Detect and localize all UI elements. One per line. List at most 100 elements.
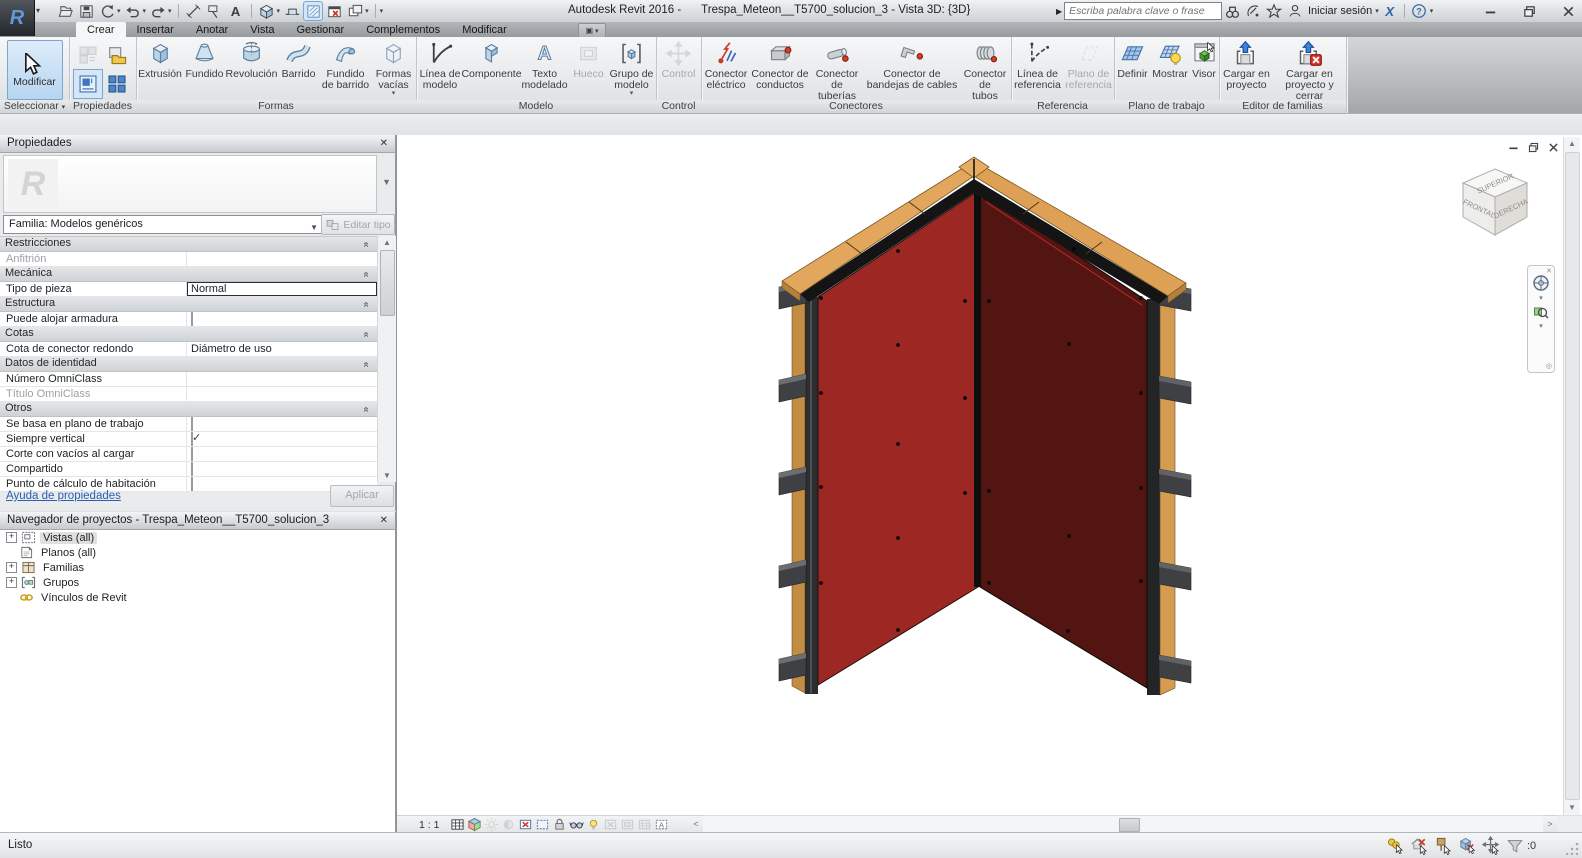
panel-label-seleccionar[interactable]: Seleccionar ▾ (0, 100, 69, 113)
view-restore-icon[interactable] (1527, 141, 1540, 154)
property-row[interactable]: Siempre vertical (0, 432, 377, 447)
tab-vista[interactable]: Vista (239, 22, 285, 37)
restore-button[interactable] (1522, 4, 1537, 19)
redo-icon[interactable] (149, 2, 167, 20)
reveal-constraints-icon[interactable] (653, 817, 670, 832)
property-group[interactable]: Estructura« (0, 297, 377, 312)
tree-item-familias[interactable]: + Familias (0, 560, 395, 575)
search-toggle-icon[interactable]: ▶ (1056, 7, 1062, 16)
scrollbar-thumb[interactable] (380, 250, 395, 316)
property-row[interactable]: Tipo de piezaNormal (0, 282, 377, 297)
property-row[interactable]: Puede alojar armadura (0, 312, 377, 327)
expand-icon[interactable]: + (6, 532, 17, 543)
scroll-right-icon[interactable]: > (1543, 815, 1557, 833)
scroll-left-icon[interactable]: < (689, 815, 703, 833)
tree-item-planos[interactable]: Planos (all) (0, 545, 395, 560)
property-row[interactable]: Corte con vacíos al cargar (0, 447, 377, 462)
conector-de-conductos-button[interactable]: Conector deconductos (751, 38, 809, 91)
property-group[interactable]: Mecánica« (0, 267, 377, 282)
aligned-dimension-icon[interactable] (185, 2, 203, 20)
design-options-icon[interactable] (1434, 836, 1453, 855)
scroll-down-icon[interactable]: ▼ (1564, 801, 1580, 815)
save-icon[interactable] (77, 2, 95, 20)
family-selector-arrow-icon[interactable]: ▼ (310, 220, 318, 236)
exclude-options-icon[interactable] (1458, 836, 1477, 855)
shadows-icon[interactable] (500, 817, 517, 832)
viewcube[interactable]: SUPERIOR FRONTAL DERECHA (1453, 161, 1537, 245)
tab-complementos[interactable]: Complementos (355, 22, 451, 37)
worksets-icon[interactable] (1386, 836, 1405, 855)
search-icon[interactable] (1222, 2, 1242, 20)
properties-palette-icon[interactable] (74, 70, 102, 98)
edit-type-button[interactable]: Editar tipo (321, 214, 395, 235)
switch-windows-dropdown-icon[interactable]: ▾ (365, 7, 369, 15)
formas-vacias-button[interactable]: Formasvacías▾ (372, 38, 416, 97)
navbar-options-icon[interactable]: ◎ (1546, 362, 1552, 370)
tab-crear[interactable]: Crear (76, 22, 126, 37)
press-drag-icon[interactable] (1482, 836, 1501, 855)
load-family-icon[interactable] (103, 41, 131, 69)
extrusion-button[interactable]: Extrusión (137, 38, 184, 80)
properties-help-link[interactable]: Ayuda de propiedades (6, 490, 121, 502)
tree-item-vinculos[interactable]: Vínculos de Revit (0, 590, 395, 605)
family-types-icon[interactable] (74, 41, 102, 69)
project-browser-header[interactable]: Navegador de proyectos - Trespa_Meteon__… (0, 512, 395, 530)
tag-by-category-icon[interactable] (206, 2, 224, 20)
checkbox[interactable] (191, 447, 193, 461)
linea-de-modelo-button[interactable]: Línea demodelo (417, 38, 464, 91)
detail-level-icon[interactable] (449, 817, 466, 832)
scroll-up-icon[interactable]: ▲ (378, 236, 396, 249)
right-rail[interactable] (1147, 299, 1160, 695)
checkbox[interactable] (191, 312, 193, 326)
conector-de-bandejas-button[interactable]: Conector debandejas de cables (865, 38, 959, 91)
property-group[interactable]: Cotas« (0, 327, 377, 342)
apply-button[interactable]: Aplicar (330, 485, 394, 507)
application-menu-arrow-icon[interactable]: ▾ (36, 6, 40, 15)
communication-center-icon[interactable] (1243, 2, 1263, 20)
analytical-model-icon[interactable] (636, 817, 653, 832)
modificar-button[interactable]: Modificar (7, 40, 63, 100)
property-row[interactable]: Se basa en plano de trabajo (0, 417, 377, 432)
property-row[interactable]: Título OmniClass (0, 387, 377, 402)
view-minimize-icon[interactable] (1507, 141, 1520, 154)
property-row[interactable]: Anfitrión (0, 252, 377, 267)
sign-in-label[interactable]: Iniciar sesión (1308, 5, 1372, 17)
worksharing-display-icon[interactable] (602, 817, 619, 832)
checkbox[interactable] (191, 417, 193, 431)
property-group[interactable]: Restricciones« (0, 237, 377, 252)
checkbox[interactable] (191, 462, 193, 476)
thin-lines-icon[interactable] (304, 2, 322, 20)
expand-icon[interactable]: + (6, 562, 17, 573)
scroll-down-icon[interactable]: ▼ (378, 469, 396, 482)
3d-model-view[interactable] (397, 135, 1582, 815)
reveal-hidden-elements-icon[interactable] (585, 817, 602, 832)
navbar-close-icon[interactable]: ✕ (1546, 267, 1552, 275)
tree-item-vistas[interactable]: + Vistas (all) (0, 530, 395, 545)
filter-icon[interactable] (1506, 837, 1524, 855)
horizontal-scrollbar-thumb[interactable] (1119, 818, 1140, 832)
tab-modificar[interactable]: Modificar (451, 22, 518, 37)
linea-de-referencia-button[interactable]: Línea dereferencia (1012, 38, 1064, 91)
help-dropdown-icon[interactable]: ▾ (1430, 7, 1434, 15)
mostrar-button[interactable]: Mostrar (1151, 38, 1189, 80)
property-row[interactable]: Cota de conector redondoDiámetro de uso (0, 342, 377, 357)
open-icon[interactable] (56, 2, 74, 20)
componente-button[interactable]: Componente (464, 38, 520, 80)
property-row[interactable]: Número OmniClass (0, 372, 377, 387)
properties-scrollbar[interactable]: ▲ ▼ (377, 236, 396, 482)
view-close-icon[interactable] (1547, 141, 1560, 154)
redo-dropdown-icon[interactable]: ▾ (168, 7, 172, 15)
close-button[interactable] (1561, 4, 1576, 19)
close-hidden-windows-icon[interactable] (325, 2, 343, 20)
section-icon[interactable] (283, 2, 301, 20)
property-group[interactable]: Datos de identidad« (0, 357, 377, 372)
3d-view-dropdown-icon[interactable]: ▾ (277, 7, 281, 15)
tab-anotar[interactable]: Anotar (185, 22, 239, 37)
revolucion-button[interactable]: Revolución (226, 38, 278, 80)
checkbox[interactable] (191, 432, 193, 446)
project-browser-close-icon[interactable]: ✕ (380, 515, 388, 526)
exchange-apps-icon[interactable]: X (1380, 2, 1400, 20)
checkbox[interactable] (191, 477, 193, 491)
texto-modelado-button[interactable]: Textomodelado (520, 38, 570, 91)
property-group[interactable]: Otros« (0, 402, 377, 417)
